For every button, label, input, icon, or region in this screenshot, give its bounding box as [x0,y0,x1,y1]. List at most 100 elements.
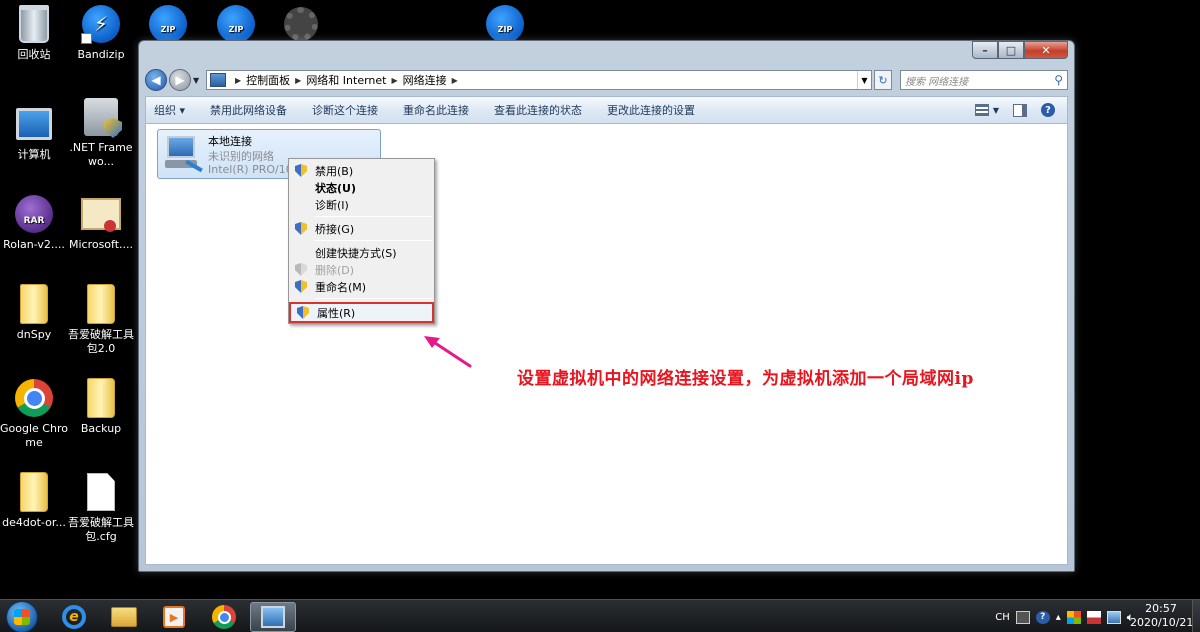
chevron-right-icon[interactable]: ▶ [452,76,458,85]
network-connections-icon [261,606,285,628]
menu-item-label: 诊断(I) [315,199,349,212]
view-status-button[interactable]: 查看此连接的状态 [494,102,582,118]
desktop-icon-rolan[interactable]: RAR Rolan-v2.... [0,194,68,252]
desktop-icon-label: Google Chrome [0,422,68,449]
menu-item-bridge[interactable]: 桥接(G) [291,220,432,238]
chevron-up-icon[interactable]: ▴ [1056,612,1061,623]
breadcrumb-network-connections[interactable]: 网络连接 [403,72,447,88]
rar-archive-icon: RAR [14,194,54,234]
arrow-right-icon: ▶ [175,73,185,87]
menu-item-rename[interactable]: 重命名(M) [291,278,432,296]
folder-icon [81,284,121,324]
desktop-icon-52pojie-cfg[interactable]: 吾爱破解工具包.cfg [67,472,135,544]
menu-separator [315,216,432,217]
diagnose-connection-button[interactable]: 诊断这个连接 [312,102,378,118]
start-button[interactable] [6,601,38,632]
clock-date: 2020/10/21 [1130,616,1194,629]
desktop-icon-bandizip[interactable]: ⚡ Bandizip [67,4,135,62]
change-settings-button[interactable]: 更改此连接的设置 [607,102,695,118]
desktop-icon-de4dot[interactable]: de4dot-or... [0,472,68,530]
menu-item-diagnose[interactable]: 诊断(I) [291,196,432,214]
back-button[interactable]: ◀ [145,69,167,91]
desktop-icon-dotnet[interactable]: .NET Framewo... [67,97,135,169]
disable-device-button[interactable]: 禁用此网络设备 [210,102,287,118]
close-button[interactable]: ✕ [1024,41,1068,59]
organize-menu[interactable]: 组织 ▾ [154,102,185,118]
chevron-down-icon[interactable]: ▼ [993,106,999,115]
taskbar-internet-explorer[interactable]: e [54,602,94,632]
color-app-icon[interactable] [1066,610,1081,624]
forward-button[interactable]: ▶ [169,69,191,91]
desktop-icon-computer[interactable]: 计算机 [0,104,68,162]
desktop-icon-52pojie-toolkit[interactable]: 吾爱破解工具包2.0 [67,284,135,356]
breadcrumb-network-internet[interactable]: 网络和 Internet [306,72,386,88]
desktop-icon-google-chrome[interactable]: Google Chrome [0,378,68,450]
address-bar[interactable]: ▶ 控制面板 ▶ 网络和 Internet ▶ 网络连接 ▶ ▼ [206,70,872,90]
desktop-icon-label: 计算机 [17,148,51,161]
show-desktop-button[interactable] [1192,600,1200,632]
taskbar-network-connections[interactable] [250,602,296,632]
help-icon[interactable]: ? [1041,103,1055,117]
menu-item-disable[interactable]: 禁用(B) [291,162,432,180]
desktop-icon-microsoft[interactable]: Microsoft.... [67,194,135,252]
language-indicator[interactable]: CH [995,612,1010,623]
rename-connection-button[interactable]: 重命名此连接 [403,102,469,118]
annotation-text: 设置虚拟机中的网络连接设置，为虚拟机添加一个局域网ip [517,369,974,389]
shield-icon [295,222,307,235]
chevron-down-icon: ▼ [193,75,200,85]
connection-context-menu: 禁用(B) 状态(U) 诊断(I) 桥接(G) 创建快捷方式(S) 删除(D) … [288,158,435,324]
keyboard-icon[interactable] [1015,610,1030,624]
maximize-button[interactable]: □ [998,41,1024,59]
menu-item-status[interactable]: 状态(U) [291,179,432,197]
taskbar-file-explorer[interactable] [104,602,144,632]
media-player-icon: ▶ [163,606,185,628]
chevron-right-icon[interactable]: ▶ [235,76,241,85]
dotnet-installer-icon [81,97,121,137]
desktop-icon-label: dnSpy [16,328,52,341]
shield-icon [295,263,307,276]
menu-item-properties[interactable]: 属性(R) [289,302,434,323]
taskbar-media-player[interactable]: ▶ [154,602,194,632]
desktop-icon-dnspy[interactable]: dnSpy [0,284,68,342]
arrow-left-icon: ◀ [151,73,161,87]
refresh-button[interactable]: ↻ [874,70,892,90]
menu-item-label: 状态(U) [315,182,356,195]
connections-list: 本地连接 未识别的网络 Intel(R) PRO/10 [145,123,1068,565]
shield-icon [295,280,307,293]
gear-file-icon [281,4,321,44]
menu-separator [315,298,432,299]
folder-icon [14,472,54,512]
search-icon[interactable]: ⚲ [1054,73,1063,87]
view-options-icon[interactable] [974,104,989,116]
chevron-right-icon[interactable]: ▶ [295,76,301,85]
desktop-icon-recycle-bin[interactable]: 回收站 [0,4,68,62]
network-tray-icon[interactable] [1106,610,1121,624]
recent-pages-dropdown[interactable]: ▼ [193,76,203,85]
file-icon [81,472,121,512]
chrome-icon [212,605,236,629]
refresh-icon: ↻ [878,73,888,87]
menu-item-label: 删除(D) [315,264,355,277]
desktop-icon-label: 吾爱破解工具包.cfg [68,516,134,543]
address-history-dropdown[interactable]: ▼ [857,71,871,89]
desktop-icon-label: Backup [80,422,122,435]
action-center-flag-icon[interactable] [1086,610,1101,624]
taskbar-google-chrome[interactable] [204,602,244,632]
desktop-icon-label: .NET Framewo... [69,141,133,168]
desktop-icon-label: Bandizip [77,48,125,61]
network-adapter-icon [163,134,203,174]
recycle-bin-icon [14,4,54,44]
windows-logo-icon [14,609,30,625]
system-clock[interactable]: 20:57 2020/10/21 [1130,602,1194,630]
network-connections-window: – □ ✕ ◀ ▶ ▼ ▶ 控制面板 ▶ 网络和 Internet ▶ 网络连接… [138,40,1075,572]
desktop-icon-backup[interactable]: Backup [67,378,135,436]
help-icon[interactable]: ? [1035,610,1050,624]
menu-item-create-shortcut[interactable]: 创建快捷方式(S) [291,244,432,262]
system-tray: CH ? ▴ 🔈︎ [995,606,1140,628]
breadcrumb-control-panel[interactable]: 控制面板 [246,72,290,88]
minimize-button[interactable]: – [972,41,998,59]
preview-pane-icon[interactable] [1013,103,1027,117]
navigation-bar: ◀ ▶ ▼ ▶ 控制面板 ▶ 网络和 Internet ▶ 网络连接 ▶ ▼ ↻… [145,67,1068,93]
search-input[interactable]: 搜索 网络连接 ⚲ [900,70,1068,90]
chevron-right-icon[interactable]: ▶ [392,76,398,85]
